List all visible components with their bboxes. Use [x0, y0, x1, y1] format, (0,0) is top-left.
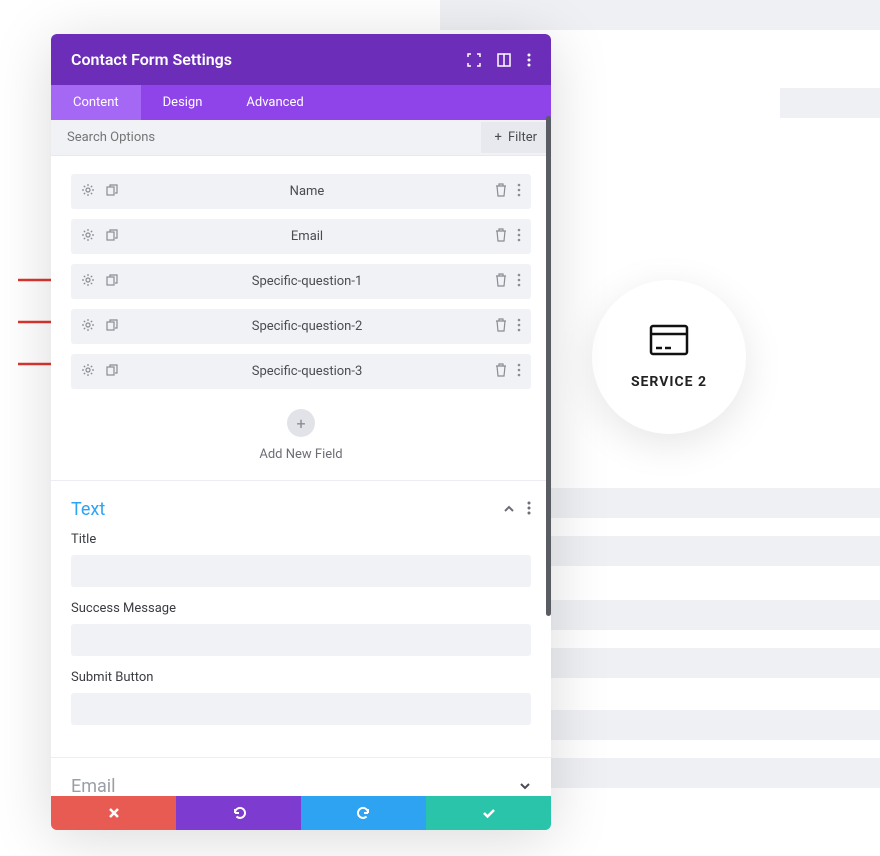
email-section: Email [51, 757, 551, 796]
scrollbar-thumb[interactable] [546, 116, 551, 616]
gear-icon[interactable] [81, 362, 95, 381]
filter-button[interactable]: + Filter [481, 122, 551, 153]
section-more-icon[interactable] [527, 500, 531, 519]
form-group: Title [71, 532, 531, 587]
text-input[interactable] [71, 693, 531, 725]
plus-icon: + [495, 130, 502, 145]
trash-icon[interactable] [495, 182, 507, 201]
duplicate-icon[interactable] [105, 227, 119, 246]
form-group: Submit Button [71, 670, 531, 725]
more-icon[interactable] [517, 317, 521, 336]
field-label: Name [119, 184, 495, 199]
field-row[interactable]: Specific-question-2 [71, 309, 531, 344]
expand-icon[interactable] [467, 53, 481, 67]
undo-button[interactable] [176, 796, 301, 830]
form-group: Success Message [71, 601, 531, 656]
duplicate-icon[interactable] [105, 182, 119, 201]
redo-button[interactable] [301, 796, 426, 830]
add-field-row: + Add New Field [51, 399, 551, 480]
save-button[interactable] [426, 796, 551, 830]
tab-content[interactable]: Content [51, 85, 141, 120]
gear-icon[interactable] [81, 227, 95, 246]
card-icon [649, 324, 689, 360]
text-section-title[interactable]: Text [71, 499, 105, 520]
field-row[interactable]: Name [71, 174, 531, 209]
email-section-title[interactable]: Email [71, 776, 116, 796]
modal-footer [51, 796, 551, 830]
field-row[interactable]: Email [71, 219, 531, 254]
cancel-button[interactable] [51, 796, 176, 830]
gear-icon[interactable] [81, 317, 95, 336]
field-row[interactable]: Specific-question-3 [71, 354, 531, 389]
service-label: SERVICE 2 [631, 374, 707, 390]
text-section: Text Title Success Message Submit Button [51, 480, 551, 757]
responsive-icon[interactable] [497, 53, 511, 67]
field-label: Email [119, 229, 495, 244]
gear-icon[interactable] [81, 272, 95, 291]
field-row[interactable]: Specific-question-1 [71, 264, 531, 299]
field-label: Specific-question-3 [119, 364, 495, 379]
trash-icon[interactable] [495, 317, 507, 336]
add-field-label: Add New Field [51, 447, 551, 462]
scrollbar-track[interactable] [546, 116, 551, 796]
service-card[interactable]: SERVICE 2 [592, 280, 746, 434]
duplicate-icon[interactable] [105, 317, 119, 336]
chevron-up-icon[interactable] [503, 500, 515, 519]
input-label: Title [71, 532, 531, 547]
gear-icon[interactable] [81, 182, 95, 201]
trash-icon[interactable] [495, 272, 507, 291]
add-field-button[interactable]: + [287, 409, 315, 437]
chevron-down-icon[interactable] [519, 777, 531, 796]
more-icon[interactable] [527, 53, 531, 67]
input-label: Submit Button [71, 670, 531, 685]
more-icon[interactable] [517, 227, 521, 246]
tabs: ContentDesignAdvanced [51, 85, 551, 120]
duplicate-icon[interactable] [105, 362, 119, 381]
text-input[interactable] [71, 555, 531, 587]
tab-design[interactable]: Design [141, 85, 225, 120]
search-input[interactable] [51, 120, 481, 155]
filter-label: Filter [508, 130, 537, 145]
duplicate-icon[interactable] [105, 272, 119, 291]
tab-advanced[interactable]: Advanced [224, 85, 325, 120]
trash-icon[interactable] [495, 227, 507, 246]
field-label: Specific-question-2 [119, 319, 495, 334]
search-bar: + Filter [51, 120, 551, 156]
input-label: Success Message [71, 601, 531, 616]
modal-title: Contact Form Settings [71, 50, 232, 69]
modal-header: Contact Form Settings [51, 34, 551, 85]
settings-modal: Contact Form Settings ContentDesignAdvan… [51, 34, 551, 830]
more-icon[interactable] [517, 182, 521, 201]
field-label: Specific-question-1 [119, 274, 495, 289]
trash-icon[interactable] [495, 362, 507, 381]
text-input[interactable] [71, 624, 531, 656]
more-icon[interactable] [517, 362, 521, 381]
more-icon[interactable] [517, 272, 521, 291]
